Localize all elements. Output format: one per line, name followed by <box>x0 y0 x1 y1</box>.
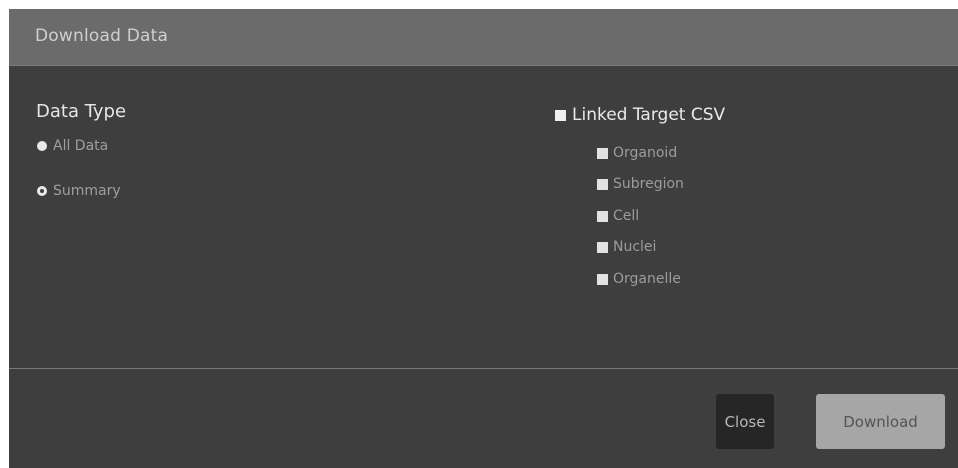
data-type-heading: Data Type <box>36 101 127 122</box>
footer-divider <box>9 368 958 369</box>
dialog-header: Download Data <box>9 9 958 66</box>
checkbox-label: Subregion <box>613 176 684 192</box>
radio-label: All Data <box>53 138 109 154</box>
download-data-dialog: Download Data Data Type All Data Summary… <box>9 9 958 468</box>
checkbox-label: Cell <box>613 208 640 224</box>
linked-target-csv-label: Linked Target CSV <box>572 105 726 125</box>
checkbox-label: Nuclei <box>613 239 657 255</box>
checkbox-nuclei[interactable]: Nuclei <box>597 239 656 255</box>
checkbox-icon[interactable] <box>597 273 608 285</box>
checkbox-icon[interactable] <box>555 109 566 121</box>
radio-button-icon[interactable] <box>37 141 47 151</box>
checkbox-icon[interactable] <box>597 210 608 222</box>
dialog-title: Download Data <box>35 26 169 46</box>
radio-summary[interactable]: Summary <box>37 183 121 199</box>
checkbox-icon[interactable] <box>597 178 608 190</box>
radio-all-data[interactable]: All Data <box>37 138 108 154</box>
checkbox-label: Organelle <box>613 271 681 287</box>
checkbox-subregion[interactable]: Subregion <box>597 176 684 192</box>
checkbox-organoid[interactable]: Organoid <box>597 145 677 161</box>
checkbox-icon[interactable] <box>597 241 608 253</box>
checkbox-organelle[interactable]: Organelle <box>597 271 681 287</box>
checkbox-cell[interactable]: Cell <box>597 208 639 224</box>
download-button[interactable]: Download <box>816 394 945 449</box>
close-button[interactable]: Close <box>716 394 774 449</box>
checkbox-linked-target-csv[interactable]: Linked Target CSV <box>555 105 725 125</box>
radio-button-selected-icon[interactable] <box>37 186 47 196</box>
radio-label: Summary <box>53 183 121 199</box>
checkbox-icon[interactable] <box>597 147 608 159</box>
checkbox-label: Organoid <box>613 145 678 161</box>
